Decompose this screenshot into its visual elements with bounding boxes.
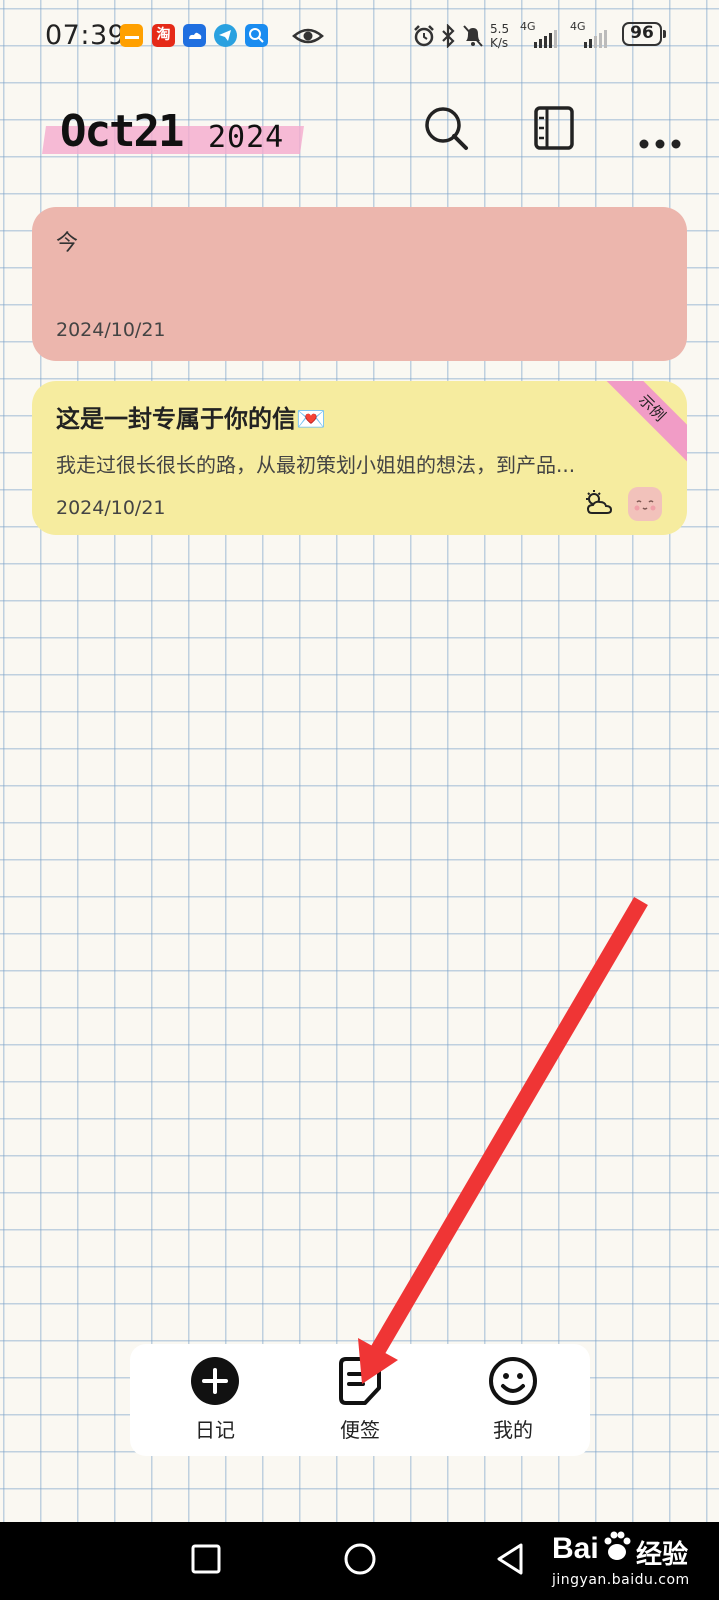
- nav-label-diary: 日记: [195, 1418, 235, 1442]
- home-button[interactable]: [343, 1542, 377, 1576]
- watermark-url: jingyan.baidu.com: [552, 1572, 690, 1588]
- diary-entry-card[interactable]: 示例 这是一封专属于你的信💌 我走过很长很长的路，从最初策划小姐姐的想法，到产品…: [32, 381, 687, 535]
- bluetooth-icon: [440, 23, 456, 52]
- alarm-icon: [412, 24, 436, 52]
- entry-title: 这是一封专属于你的信💌: [56, 405, 326, 433]
- entry-date: 2024/10/21: [56, 497, 166, 519]
- eye-icon: [292, 24, 324, 52]
- taobao-app-char: 淘: [156, 27, 171, 43]
- network-speed: 5.5 K/s: [490, 22, 509, 50]
- date-year: 2024: [208, 120, 285, 155]
- add-circle-icon: [191, 1357, 239, 1405]
- paw-icon: [604, 1531, 631, 1560]
- app-header: Oct21 2024: [0, 90, 719, 180]
- cloud-app-icon: [183, 24, 206, 47]
- network-speed-unit: K/s: [490, 36, 509, 50]
- more-options-button[interactable]: [636, 104, 684, 152]
- status-bar: 07:39 淘 5.5 K/s 4G 4G 96: [0, 0, 719, 76]
- nav-label-me: 我的: [493, 1418, 533, 1442]
- status-time: 07:39: [45, 20, 126, 51]
- search-icon: [425, 107, 468, 150]
- signal-bars-icon-2: [584, 28, 612, 52]
- bottom-navigation: 日记 便签 我的: [130, 1344, 590, 1456]
- notebook-button[interactable]: [530, 104, 578, 152]
- smiling-face-icon: [628, 487, 662, 521]
- search-button[interactable]: [422, 104, 470, 152]
- mute-bell-icon: [462, 24, 484, 52]
- network-speed-value: 5.5: [490, 22, 510, 36]
- back-button[interactable]: [495, 1542, 527, 1576]
- baidu-jingyan-watermark: Bai 经验 jingyan.baidu.com: [552, 1528, 712, 1594]
- battery-indicator: 96: [622, 22, 666, 46]
- nav-label-notes: 便签: [340, 1418, 380, 1442]
- nav-me-tab[interactable]: 我的: [453, 1356, 573, 1448]
- taobao-app-icon: 淘: [152, 24, 175, 47]
- entry-title: 今: [56, 231, 79, 256]
- more-dots-icon: [639, 139, 681, 149]
- partly-cloudy-icon: [584, 489, 614, 521]
- nav-diary-tab[interactable]: 日记: [155, 1356, 275, 1448]
- note-icon: [339, 1357, 381, 1405]
- signal-bars-icon: [534, 28, 562, 52]
- notes-app-icon: [120, 24, 143, 47]
- date-title: Oct21: [60, 106, 184, 157]
- smile-icon: [489, 1357, 537, 1405]
- search-app-icon: [245, 24, 268, 47]
- watermark-brand: Bai: [552, 1532, 599, 1565]
- recent-apps-button[interactable]: [191, 1544, 221, 1574]
- entry-preview: 我走过很长很长的路，从最初策划小姐姐的想法，到产品...: [56, 453, 576, 477]
- diary-entry-card[interactable]: 今 2024/10/21: [32, 207, 687, 361]
- entry-date: 2024/10/21: [56, 319, 166, 341]
- telegram-app-icon: [214, 24, 237, 47]
- notebook-icon: [534, 106, 574, 150]
- nav-notes-tab[interactable]: 便签: [300, 1356, 420, 1448]
- watermark-brand-cn: 经验: [636, 1540, 689, 1570]
